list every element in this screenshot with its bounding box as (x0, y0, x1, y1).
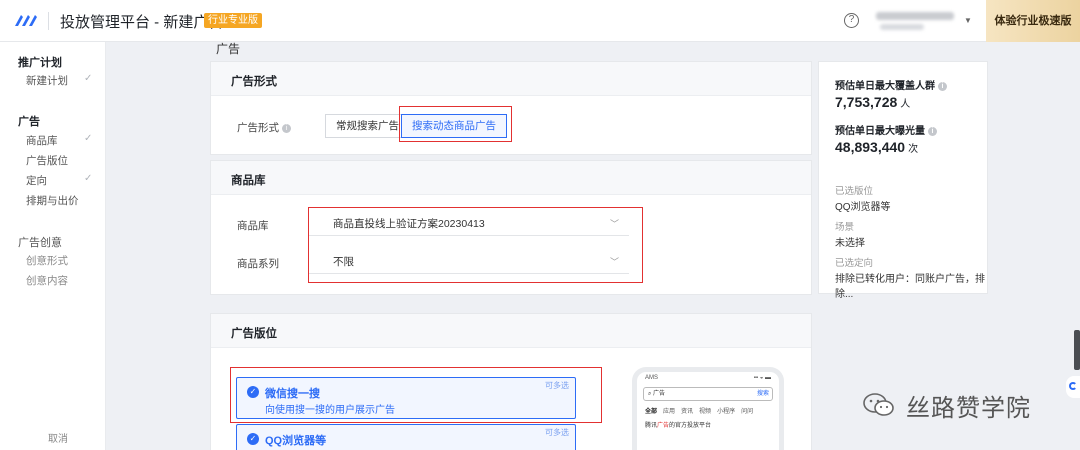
header-divider (48, 12, 49, 30)
phone-tab: 资讯 (681, 409, 694, 415)
sidebar-group-ad: 广告 (18, 116, 40, 128)
sidebar-group-plan: 推广计划 (18, 57, 62, 69)
ad-suffix: 的官方投放平台 (669, 423, 712, 429)
reach-unit: 人 (900, 99, 911, 110)
headset-icon (1069, 382, 1077, 390)
exposure-value-number: 48,893,440 (835, 139, 906, 155)
wechat-icon (863, 393, 894, 416)
exposure-unit: 次 (908, 144, 919, 155)
account-name-blurred (876, 12, 954, 20)
sidebar-item-creative-format[interactable]: 创意形式 (26, 253, 68, 268)
selected-placement-value: QQ浏览器等 (835, 202, 891, 213)
info-icon[interactable]: i (928, 127, 937, 136)
highlight-box (230, 367, 602, 423)
sidebar-item-schedule-bid[interactable]: 排期与出价 (26, 193, 79, 208)
ad-format-label-text: 广告形式 (237, 122, 279, 134)
reach-estimate-label-text: 预估单日最大覆盖人群 (835, 81, 935, 92)
cancel-button[interactable]: 取消 (48, 430, 68, 445)
estimate-panel: 预估单日最大覆盖人群 i 7,753,728 人 预估单日最大曝光量 i 48,893… (818, 61, 988, 300)
floating-support-widget[interactable] (1066, 376, 1080, 398)
targeting-value: 排除已转化用户：同账户广告，排除... (835, 274, 985, 300)
sidebar: 推广计划 新建计划 ✓ 广告 商品库 ✓ 广告版位 定向 ✓ 排期与出价 广告创… (0, 42, 106, 450)
info-icon[interactable]: i (938, 82, 947, 91)
product-series-label: 商品系列 (237, 258, 279, 270)
card-header: 广告形式 (211, 62, 811, 96)
placement-option-qq-browser[interactable]: ✓ QQ浏览器等 可多选 (236, 424, 576, 450)
targeting-key: 已选定向 (835, 258, 874, 269)
sidebar-item-targeting[interactable]: 定向 (26, 173, 47, 188)
section-title-ad: 广告 (216, 42, 241, 56)
phone-tab: 全部 (645, 409, 658, 415)
scene-key: 场景 (835, 222, 855, 233)
sidebar-item-new-plan[interactable]: 新建计划 (26, 73, 68, 88)
placement-option-title: QQ浏览器等 (265, 435, 327, 447)
scene-value: 未选择 (835, 238, 865, 249)
ad-highlight: 广告 (657, 423, 670, 429)
check-icon: ✓ (84, 173, 93, 184)
reach-estimate-value: 7,753,728 人 (835, 94, 910, 110)
account-dropdown-icon[interactable]: ▼ (964, 16, 972, 25)
phone-tab: 应用 (663, 409, 676, 415)
exposure-estimate-label: 预估单日最大曝光量 i (835, 122, 937, 137)
phone-search-box: ⌕ 广告 搜索 (643, 387, 773, 401)
phone-tab: 问问 (741, 409, 754, 415)
account-name[interactable] (876, 10, 956, 32)
ad-prefix: 腾讯 (645, 423, 658, 429)
catalog-library-label: 商品库 (237, 220, 269, 232)
phone-search-text: 广告 (653, 391, 666, 397)
phone-ad-result: 腾讯广告的官方投放平台 (645, 420, 711, 429)
phone-tab: 小程序 (717, 409, 736, 415)
app-title: 投放管理平台 - 新建广告 (60, 14, 224, 31)
reach-estimate-label: 预估单日最大覆盖人群 i (835, 77, 947, 92)
watermark-text: 丝路赞学院 (906, 395, 1031, 422)
trial-fast-edition-button[interactable]: 体验行业极速版 (986, 0, 1080, 42)
sidebar-item-placement[interactable]: 广告版位 (26, 153, 68, 168)
edition-badge: 行业专业版 (204, 13, 262, 28)
check-circle-icon: ✓ (247, 433, 259, 445)
reach-value-number: 7,753,728 (835, 94, 898, 110)
card-title: 广告形式 (231, 76, 277, 88)
question-circle-icon[interactable]: ? (844, 13, 859, 28)
card-title: 广告版位 (231, 328, 277, 340)
scrollbar[interactable] (1074, 330, 1080, 370)
phone-status-text: AMS (645, 375, 659, 381)
sidebar-group-creative: 广告创意 (18, 237, 62, 249)
ad-format-label: 广告形式 i (237, 120, 291, 135)
logo-icon (15, 15, 37, 26)
highlight-box (308, 207, 643, 283)
phone-search-button: 搜索 (756, 391, 769, 397)
multi-select-tag: 可多选 (545, 428, 569, 437)
account-id-blurred (880, 24, 924, 30)
phone-preview: AMS ▪▪ ◒ ▬ ⌕ 广告 搜索 全部 应用 资讯 视频 小程序 问问 腾讯广告的官方… (632, 367, 784, 450)
check-icon: ✓ (84, 133, 93, 144)
sidebar-item-catalog[interactable]: 商品库 (26, 133, 58, 148)
info-icon[interactable]: i (282, 124, 291, 133)
exposure-estimate-value: 48,893,440 次 (835, 139, 918, 155)
exposure-estimate-label-text: 预估单日最大曝光量 (835, 126, 925, 137)
highlight-box (399, 106, 512, 142)
phone-tab: 视频 (699, 409, 712, 415)
watermark: 丝路赞学院 (862, 386, 1052, 422)
card-header: 广告版位 (211, 314, 811, 348)
card-header: 商品库 (211, 161, 811, 195)
phone-tabs: 全部 应用 资讯 视频 小程序 问问 (645, 406, 759, 415)
signal-icon: ▪▪ ◒ ▬ (753, 375, 771, 381)
regular-search-ad-option[interactable]: 常规搜索广告 (325, 114, 410, 138)
sidebar-item-creative-content[interactable]: 创意内容 (26, 273, 68, 288)
check-icon: ✓ (84, 73, 93, 84)
selected-placement-key: 已选版位 (835, 186, 874, 197)
card-title: 商品库 (231, 175, 266, 187)
top-bar: 投放管理平台 - 新建广告 行业专业版 ? ▼ 体验行业极速版 (0, 0, 1080, 42)
